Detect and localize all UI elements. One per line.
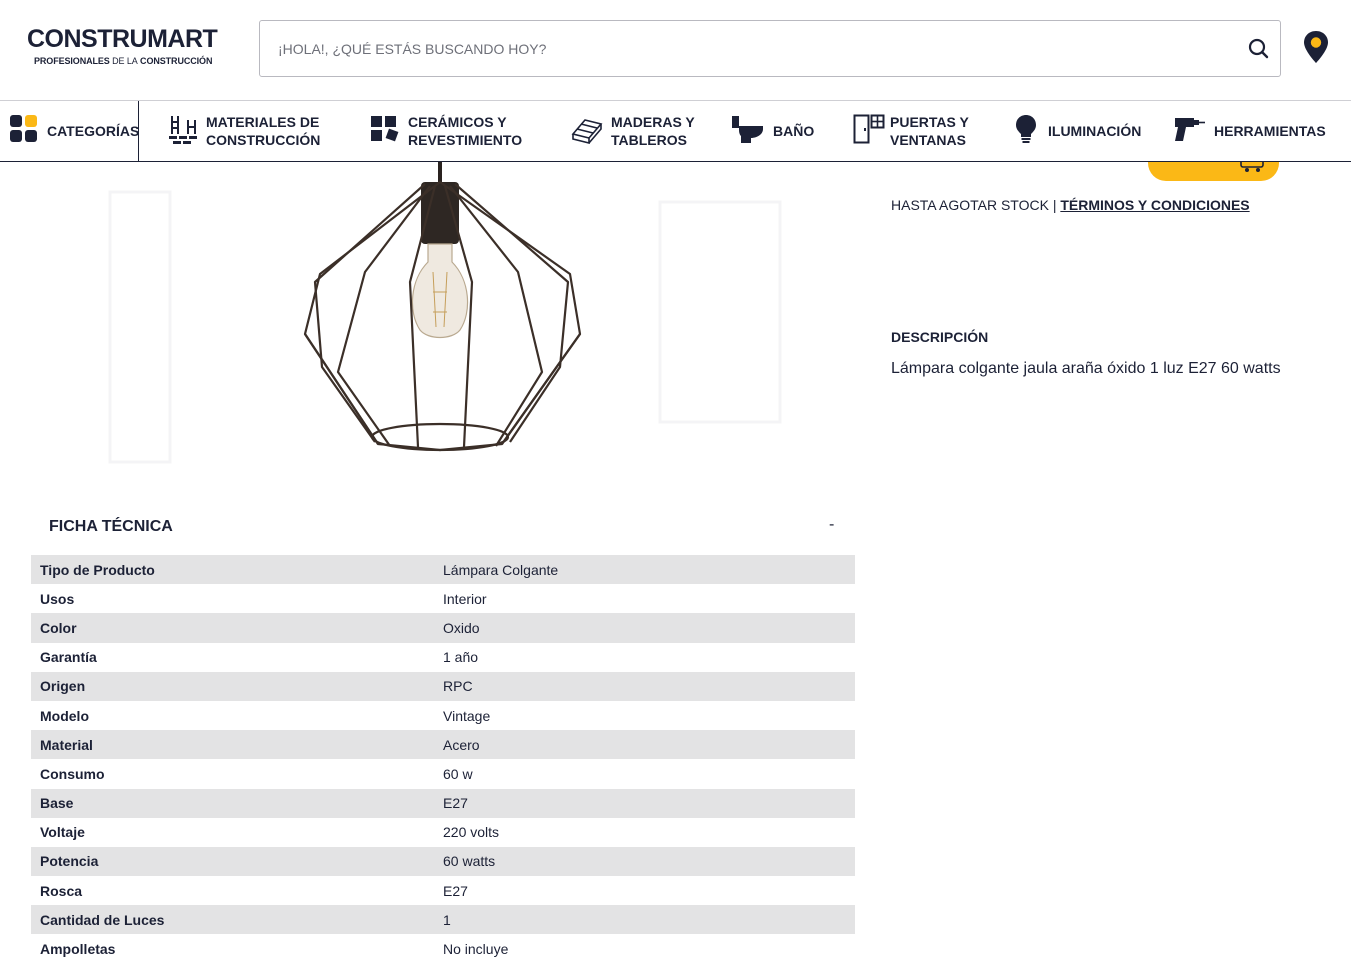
- spec-value: 1: [443, 911, 451, 928]
- description-text: Lámpara colgante jaula araña óxido 1 luz…: [891, 360, 1281, 377]
- logo-tagline-part: PROFESIONALES: [34, 56, 110, 66]
- search-icon[interactable]: [1246, 36, 1272, 62]
- spec-value: Acero: [443, 736, 480, 753]
- search-input[interactable]: [278, 21, 1218, 76]
- bricks-ladder-icon: [168, 114, 198, 149]
- table-row: Usos Interior: [31, 584, 855, 613]
- door-window-icon: [853, 113, 885, 150]
- nav-divider: [138, 101, 139, 161]
- nav-label: ILUMINACIÓN: [1048, 123, 1142, 139]
- nav-label: CERÁMICOS Y REVESTIMIENTO: [408, 114, 523, 148]
- spec-key: Voltaje: [40, 824, 85, 841]
- spec-key: Material: [40, 736, 93, 753]
- terms-link[interactable]: TÉRMINOS Y CONDICIONES: [1060, 197, 1249, 213]
- spec-key: Consumo: [40, 765, 105, 782]
- lightbulb-icon: [1012, 113, 1040, 150]
- spec-value: Lámpara Colgante: [443, 561, 559, 578]
- spec-key: Usos: [40, 590, 75, 607]
- table-row: Garantía 1 año: [31, 643, 855, 672]
- nav-item-materiales[interactable]: MATERIALES DE CONSTRUCCIÓN: [168, 101, 320, 161]
- construmart-logo[interactable]: CONSTRUMART PROFESIONALES DE LA CONSTRUC…: [27, 26, 227, 72]
- spec-key: Base: [40, 795, 74, 812]
- table-row: Potencia 60 watts: [31, 846, 855, 877]
- spec-key: Ampolletas: [40, 941, 116, 958]
- spec-key: Rosca: [40, 882, 83, 899]
- table-row: Color Oxido: [31, 613, 855, 643]
- table-row: Consumo 60 w: [31, 759, 855, 788]
- nav-label: CATEGORÍAS: [47, 123, 140, 139]
- spec-value: Oxido: [443, 619, 480, 636]
- site-header: CONSTRUMART PROFESIONALES DE LA CONSTRUC…: [0, 0, 1351, 101]
- spec-sheet-title: FICHA TÉCNICA: [49, 518, 173, 535]
- spec-key: Origen: [40, 678, 86, 695]
- drill-icon: [1172, 114, 1206, 149]
- toilet-icon: [731, 114, 765, 149]
- nav-item-categorias[interactable]: CATEGORÍAS: [9, 101, 139, 161]
- nav-label: MADERAS Y TABLEROS: [611, 114, 695, 148]
- nav-item-iluminacion[interactable]: ILUMINACIÓN: [1012, 101, 1141, 161]
- stock-notice: HASTA AGOTAR STOCK | TÉRMINOS Y CONDICIO…: [891, 197, 1250, 213]
- spec-key: Tipo de Producto: [40, 561, 155, 578]
- nav-item-ceramicos[interactable]: CERÁMICOS Y REVESTIMIENTO: [370, 101, 522, 161]
- spec-value: Interior: [443, 590, 487, 607]
- wood-planks-icon: [571, 114, 603, 149]
- spec-key: Color: [40, 619, 77, 636]
- table-row: Tipo de Producto Lámpara Colgante: [31, 555, 855, 585]
- add-to-cart-button[interactable]: [1148, 162, 1279, 181]
- spec-value: 60 watts: [443, 853, 496, 870]
- nav-item-maderas[interactable]: MADERAS Y TABLEROS: [571, 101, 695, 161]
- nav-label: HERRAMIENTAS: [1214, 123, 1326, 139]
- location-pin-icon[interactable]: [1302, 30, 1330, 64]
- nav-item-puertas[interactable]: PUERTAS Y VENTANAS: [853, 101, 969, 161]
- logo-tagline-part: DE LA: [112, 56, 138, 66]
- spec-value: E27: [443, 795, 468, 812]
- spec-key: Modelo: [40, 707, 89, 724]
- description-title: DESCRIPCIÓN: [891, 329, 989, 345]
- spec-value: 220 volts: [443, 824, 500, 841]
- search-bar: [259, 20, 1281, 77]
- product-image[interactable]: [100, 162, 800, 472]
- spec-value: Vintage: [443, 707, 491, 724]
- nav-label: MATERIALES DE CONSTRUCCIÓN: [206, 114, 321, 148]
- nav-item-bano[interactable]: BAÑO: [731, 101, 814, 161]
- category-nav: CATEGORÍAS MATERIALES DE CONSTRUCCIÓN CE…: [0, 101, 1351, 162]
- spec-key: Cantidad de Luces: [40, 911, 165, 928]
- cart-icon: [1240, 162, 1264, 172]
- logo-tagline: PROFESIONALES DE LA CONSTRUCCIÓN: [34, 56, 227, 66]
- nav-label: BAÑO: [773, 123, 815, 139]
- logo-wordmark: CONSTRUMART: [27, 25, 218, 53]
- table-row: Cantidad de Luces 1: [31, 905, 855, 935]
- spec-table: Tipo de Producto Lámpara Colgante Usos Int…: [31, 555, 855, 964]
- tiles-icon: [370, 114, 400, 149]
- nav-item-herramientas[interactable]: HERRAMIENTAS: [1172, 101, 1326, 161]
- spec-value: 60 w: [443, 765, 473, 782]
- grid-icon: [9, 114, 39, 149]
- table-row: Rosca E27: [31, 876, 855, 905]
- table-row: Base E27: [31, 788, 855, 818]
- logo-tagline-part: CONSTRUCCIÓN: [140, 56, 213, 66]
- nav-label: PUERTAS Y VENTANAS: [890, 114, 969, 148]
- spec-value: No incluye: [443, 941, 509, 958]
- spec-collapse-toggle[interactable]: -: [829, 516, 834, 534]
- spec-key: Potencia: [40, 853, 99, 870]
- table-row: Voltaje 220 volts: [31, 818, 855, 847]
- spec-value: 1 año: [443, 649, 479, 666]
- spec-value: E27: [443, 882, 468, 899]
- table-row: Origen RPC: [31, 671, 855, 701]
- table-row: Material Acero: [31, 730, 855, 760]
- spec-value: RPC: [443, 678, 473, 695]
- spec-key: Garantía: [40, 649, 97, 666]
- table-row: Modelo Vintage: [31, 701, 855, 730]
- table-row: Ampolletas No incluye: [31, 934, 855, 963]
- stock-text: HASTA AGOTAR STOCK |: [891, 197, 1057, 213]
